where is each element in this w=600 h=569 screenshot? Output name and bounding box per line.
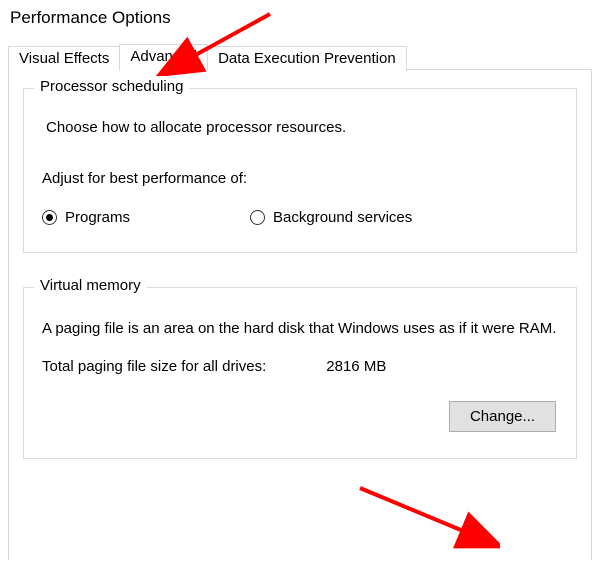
tab-advanced[interactable]: Advanced xyxy=(119,44,208,70)
radio-programs-label: Programs xyxy=(65,209,130,226)
radio-background-label: Background services xyxy=(273,209,412,226)
tab-dep[interactable]: Data Execution Prevention xyxy=(207,46,407,71)
tab-panel-advanced: Processor scheduling Choose how to alloc… xyxy=(8,70,592,560)
virtual-memory-desc: A paging file is an area on the hard dis… xyxy=(42,318,558,340)
group-virtual-memory: Virtual memory A paging file is an area … xyxy=(23,287,577,459)
total-paging-label: Total paging file size for all drives: xyxy=(42,358,266,375)
radio-icon xyxy=(42,210,57,225)
group-processor-scheduling: Processor scheduling Choose how to alloc… xyxy=(23,88,577,253)
group-legend-virtual-memory: Virtual memory xyxy=(34,277,147,294)
total-paging-value: 2816 MB xyxy=(326,358,386,375)
group-legend-processor-scheduling: Processor scheduling xyxy=(34,78,189,95)
radio-programs[interactable]: Programs xyxy=(42,209,130,226)
radio-icon xyxy=(250,210,265,225)
tab-visual-effects[interactable]: Visual Effects xyxy=(8,46,120,71)
tab-strip: Visual Effects Advanced Data Execution P… xyxy=(8,44,592,70)
adjust-for-label: Adjust for best performance of: xyxy=(42,170,558,187)
radio-background-services[interactable]: Background services xyxy=(250,209,412,226)
window-title: Performance Options xyxy=(0,0,600,30)
processor-scheduling-desc: Choose how to allocate processor resourc… xyxy=(46,119,558,136)
change-button[interactable]: Change... xyxy=(449,401,556,432)
